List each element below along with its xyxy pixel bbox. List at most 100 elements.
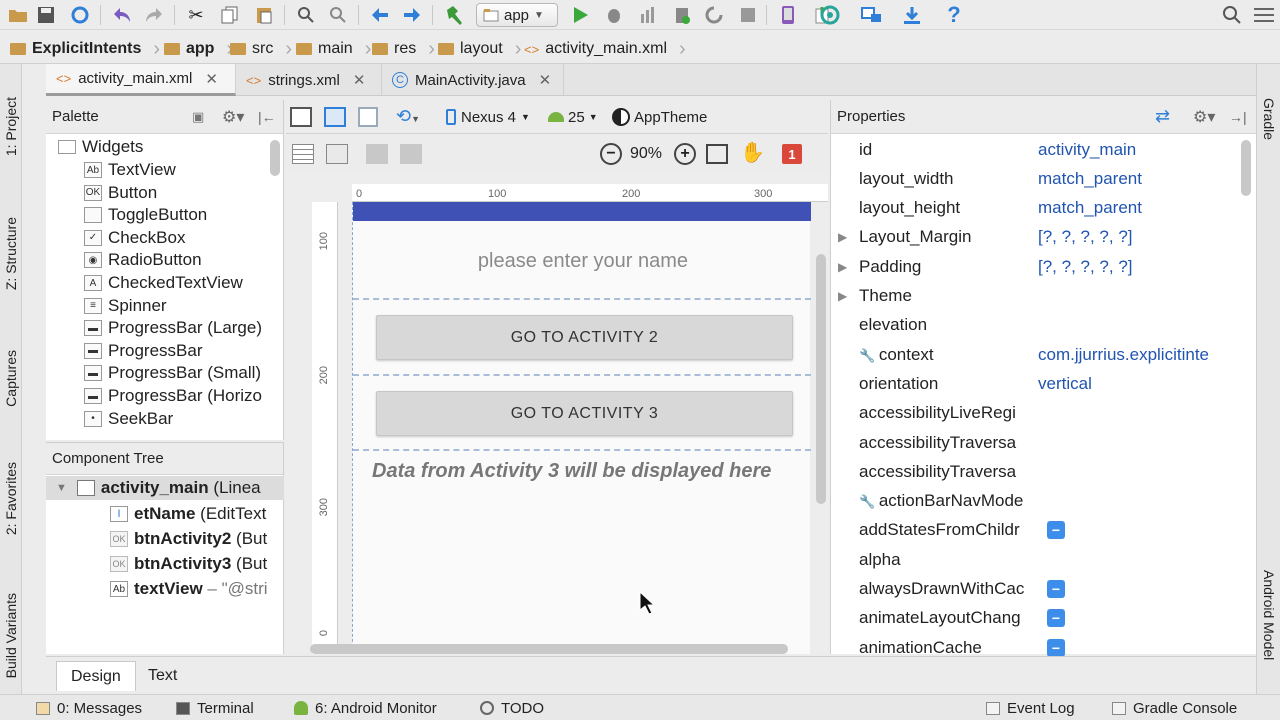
tree-row-etname[interactable]: I etName (EditText [110, 502, 266, 526]
tree-row-btnactivity2[interactable]: OK btnActivity2 (But [110, 527, 267, 551]
profile-icon[interactable] [636, 3, 660, 27]
hide-panel-icon[interactable]: →| [1229, 109, 1247, 125]
error-badge[interactable]: 1 [782, 144, 802, 164]
property-row[interactable]: layout_width match_parent [831, 164, 1241, 193]
open-folder-icon[interactable] [6, 3, 30, 27]
palette-scrollbar[interactable] [270, 140, 280, 176]
expand-arrow-icon[interactable]: ▶ [838, 289, 847, 303]
property-row[interactable]: elevation [831, 311, 1241, 340]
gear-icon[interactable]: ⚙▾ [1193, 107, 1215, 127]
property-row[interactable]: alpha [831, 545, 1241, 574]
both-views-icon[interactable] [358, 107, 378, 127]
back-arrow-icon[interactable] [368, 3, 392, 27]
palette-item[interactable]: Ab TextView [84, 159, 176, 181]
palette-group-widgets[interactable]: Widgets [58, 136, 143, 158]
boolean-toggle-icon[interactable]: − [1047, 609, 1065, 628]
tool-tab-captures[interactable]: Captures [0, 328, 22, 428]
property-row[interactable]: animateLayoutChang − [831, 604, 1241, 633]
tree-row-root[interactable]: ▼ activity_main (Linea [46, 476, 284, 500]
property-value[interactable]: [?, ?, ?, ?, ?] [1038, 227, 1238, 247]
layout-inspector-icon[interactable] [818, 3, 842, 27]
distribute-icon[interactable] [326, 144, 348, 164]
apply-changes-icon[interactable] [702, 3, 726, 27]
android-monitor-button[interactable]: 6: Android Monitor [294, 695, 437, 720]
find-icon[interactable] [294, 3, 318, 27]
property-value[interactable]: com.jjurrius.explicitinte [1038, 345, 1238, 365]
property-value[interactable]: match_parent [1038, 198, 1238, 218]
gear-icon[interactable]: ⚙▾ [222, 107, 244, 127]
tab-mainactivity-java[interactable]: C MainActivity.java ✕ [382, 64, 564, 96]
palette-item[interactable]: • SeekBar [84, 408, 173, 430]
tool-tab-project[interactable]: 1: Project [0, 72, 22, 182]
palette-item[interactable]: ▬ ProgressBar [84, 340, 202, 362]
property-row[interactable]: id activity_main [831, 135, 1241, 164]
tree-row-btnactivity3[interactable]: OK btnActivity3 (But [110, 552, 267, 576]
save-icon[interactable] [34, 3, 58, 27]
properties-scrollbar[interactable] [1241, 140, 1251, 196]
palette-item[interactable]: ▬ ProgressBar (Large) [84, 317, 262, 339]
undo-icon[interactable] [110, 3, 134, 27]
tool-tab-gradle[interactable]: Gradle [1257, 84, 1280, 154]
redo-icon[interactable] [142, 3, 166, 27]
help-icon[interactable]: ? [942, 2, 966, 27]
attach-debugger-icon[interactable] [670, 3, 694, 27]
gradle-console-button[interactable]: Gradle Console [1112, 695, 1237, 720]
event-log-button[interactable]: Event Log [986, 695, 1075, 720]
run-configuration-dropdown[interactable]: app ▼ [476, 3, 558, 27]
close-icon[interactable]: ✕ [353, 71, 366, 89]
canvas-vertical-scrollbar[interactable] [816, 254, 826, 504]
palette-item[interactable]: ◉ RadioButton [84, 249, 202, 271]
palette-item[interactable]: ✓ CheckBox [84, 227, 185, 249]
tool-tab-structure[interactable]: Z: Structure [0, 194, 22, 314]
property-row[interactable]: 🔧 actionBarNavMode [831, 487, 1241, 516]
tool-tab-android-model[interactable]: Android Model [1257, 550, 1280, 680]
tab-design[interactable]: Design [56, 661, 136, 691]
sync-icon[interactable] [68, 3, 92, 27]
messages-button[interactable]: 0: Messages [36, 695, 142, 720]
property-row[interactable]: accessibilityTraversa [831, 457, 1241, 486]
breadcrumb-item-project[interactable]: ExplicitIntents › [10, 34, 160, 64]
palette-item[interactable]: ≡ Spinner [84, 295, 167, 317]
tab-strings-xml[interactable]: <> strings.xml ✕ [236, 64, 382, 96]
expand-arrow-icon[interactable]: ▶ [838, 260, 847, 274]
go-to-activity-3-button[interactable]: GO TO ACTIVITY 3 [376, 391, 793, 436]
close-icon[interactable]: ✕ [539, 71, 552, 89]
copy-icon[interactable] [218, 3, 242, 27]
property-row[interactable]: ▶ Theme [831, 282, 1241, 311]
etname-hint[interactable]: please enter your name [353, 250, 813, 273]
download-icon[interactable] [900, 3, 924, 27]
tab-text[interactable]: Text [134, 661, 191, 691]
pan-zoom-icon[interactable] [292, 144, 314, 164]
zoom-in-icon[interactable]: + [674, 143, 696, 165]
pan-hand-icon[interactable]: ✋ [740, 140, 765, 165]
paste-icon[interactable] [252, 3, 276, 27]
expand-arrow-icon[interactable]: ▶ [838, 230, 847, 244]
make-project-hammer-icon[interactable] [442, 3, 466, 27]
textview-preview[interactable]: Data from Activity 3 will be displayed h… [372, 460, 771, 483]
breadcrumb-item-main[interactable]: main › [296, 34, 371, 64]
palette-item[interactable]: OK Button [84, 182, 157, 204]
breadcrumb-item-file[interactable]: <> activity_main.xml › [524, 34, 686, 64]
tool-tab-build-variants[interactable]: Build Variants [0, 580, 22, 692]
property-row[interactable]: 🔧 context com.jjurrius.explicitinte [831, 340, 1241, 369]
property-row[interactable]: ▶ Layout_Margin [?, ?, ?, ?, ?] [831, 223, 1241, 252]
close-icon[interactable]: ✕ [205, 70, 218, 88]
tool-tab-favorites[interactable]: 2: Favorites [0, 444, 22, 554]
property-row[interactable]: orientation vertical [831, 369, 1241, 398]
palette-item[interactable]: ▬ ProgressBar (Small) [84, 362, 261, 384]
palette-item[interactable]: A CheckedTextView [84, 272, 243, 294]
zoom-to-fit-icon[interactable] [706, 144, 728, 164]
property-row[interactable]: alwaysDrawnWithCac − [831, 575, 1241, 604]
tree-row-textview[interactable]: Ab textView – "@stri [110, 577, 268, 601]
property-row[interactable]: ▶ Padding [?, ?, ?, ?, ?] [831, 252, 1241, 281]
property-row[interactable]: layout_height match_parent [831, 194, 1241, 223]
run-icon[interactable] [568, 3, 592, 27]
terminal-button[interactable]: Terminal [176, 695, 254, 720]
design-canvas[interactable]: 0 100 200 300 100 200 300 0 please enter… [286, 172, 828, 654]
property-value[interactable]: [?, ?, ?, ?, ?] [1038, 257, 1238, 277]
hide-panel-icon[interactable]: |← [258, 109, 276, 125]
cut-icon[interactable]: ✂ [184, 3, 208, 27]
breadcrumb-item-src[interactable]: src › [230, 34, 292, 64]
device-selector[interactable]: Nexus 4 ▼ [446, 100, 530, 134]
property-value[interactable]: activity_main [1038, 140, 1238, 160]
